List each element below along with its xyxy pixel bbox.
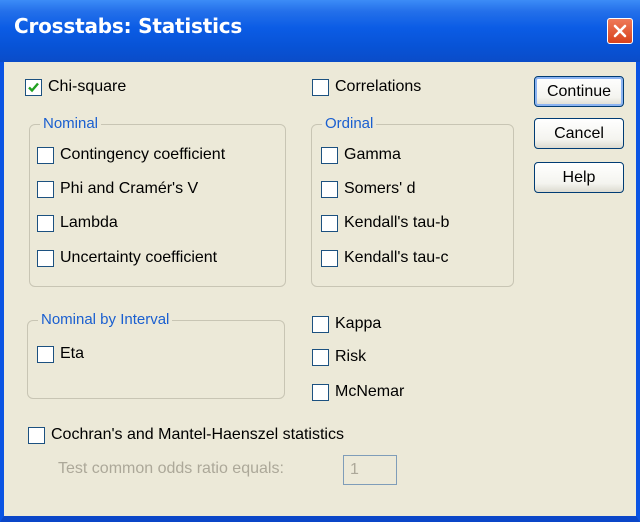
correlations-box[interactable] xyxy=(312,78,329,96)
eta-box[interactable] xyxy=(37,345,54,363)
gamma-label: Gamma xyxy=(344,146,401,163)
kendalls-tau-b-label: Kendall's tau-b xyxy=(344,214,450,231)
phi-cramers-v-label: Phi and Cramér's V xyxy=(60,180,199,197)
kendalls-tau-c-box[interactable] xyxy=(321,249,338,267)
kendalls-tau-b-checkbox[interactable]: Kendall's tau-b xyxy=(321,214,449,232)
risk-label: Risk xyxy=(335,348,367,365)
lambda-checkbox[interactable]: Lambda xyxy=(37,214,118,232)
mcnemar-label: McNemar xyxy=(335,383,405,400)
kappa-label: Kappa xyxy=(335,315,382,332)
contingency-coefficient-box[interactable] xyxy=(37,146,54,164)
eta-label: Eta xyxy=(60,345,85,362)
chi-square-box[interactable] xyxy=(25,78,42,96)
contingency-coefficient-label: Contingency coefficient xyxy=(60,146,226,163)
gamma-box[interactable] xyxy=(321,146,338,164)
kendalls-tau-c-label: Kendall's tau-c xyxy=(344,249,449,266)
nominal-by-interval-legend: Nominal by Interval xyxy=(38,311,173,328)
eta-checkbox[interactable]: Eta xyxy=(37,345,84,363)
kappa-checkbox[interactable]: Kappa xyxy=(312,315,381,333)
cochran-mantel-haenszel-label: Cochran's and Mantel-Haenszel statistics xyxy=(51,426,344,443)
help-button[interactable]: Help xyxy=(534,162,624,193)
lambda-label: Lambda xyxy=(60,214,118,231)
odds-ratio-input: 1 xyxy=(343,455,397,485)
title-bar[interactable]: Crosstabs: Statistics xyxy=(0,0,640,62)
continue-button[interactable]: Continue xyxy=(534,76,624,107)
close-icon xyxy=(613,24,627,38)
uncertainty-coefficient-label: Uncertainty coefficient xyxy=(60,249,218,266)
risk-box[interactable] xyxy=(312,348,329,366)
cochran-mantel-haenszel-box[interactable] xyxy=(28,426,45,444)
phi-cramers-v-box[interactable] xyxy=(37,180,54,198)
correlations-label: Correlations xyxy=(335,78,422,95)
kappa-box[interactable] xyxy=(312,315,329,333)
uncertainty-coefficient-checkbox[interactable]: Uncertainty coefficient xyxy=(37,249,217,267)
somers-d-box[interactable] xyxy=(321,180,338,198)
mcnemar-checkbox[interactable]: McNemar xyxy=(312,383,404,401)
uncertainty-coefficient-box[interactable] xyxy=(37,249,54,267)
somers-d-checkbox[interactable]: Somers' d xyxy=(321,180,416,198)
cochran-mantel-haenszel-checkbox[interactable]: Cochran's and Mantel-Haenszel statistics xyxy=(28,426,344,444)
somers-d-label: Somers' d xyxy=(344,180,416,197)
kendalls-tau-b-box[interactable] xyxy=(321,214,338,232)
ordinal-legend: Ordinal xyxy=(322,115,377,132)
lambda-box[interactable] xyxy=(37,214,54,232)
nominal-legend: Nominal xyxy=(40,115,102,132)
chi-square-label: Chi-square xyxy=(48,78,127,95)
contingency-coefficient-checkbox[interactable]: Contingency coefficient xyxy=(37,146,225,164)
correlations-checkbox[interactable]: Correlations xyxy=(312,78,421,96)
close-button[interactable] xyxy=(607,18,633,44)
chi-square-checkbox[interactable]: Chi-square xyxy=(25,78,126,96)
mcnemar-box[interactable] xyxy=(312,383,329,401)
risk-checkbox[interactable]: Risk xyxy=(312,348,366,366)
kendalls-tau-c-checkbox[interactable]: Kendall's tau-c xyxy=(321,249,448,267)
cancel-button[interactable]: Cancel xyxy=(534,118,624,149)
odds-ratio-label: Test common odds ratio equals: xyxy=(58,460,284,477)
checkmark-icon xyxy=(28,82,39,92)
window-title: Crosstabs: Statistics xyxy=(14,14,243,38)
gamma-checkbox[interactable]: Gamma xyxy=(321,146,401,164)
phi-cramers-v-checkbox[interactable]: Phi and Cramér's V xyxy=(37,180,198,198)
